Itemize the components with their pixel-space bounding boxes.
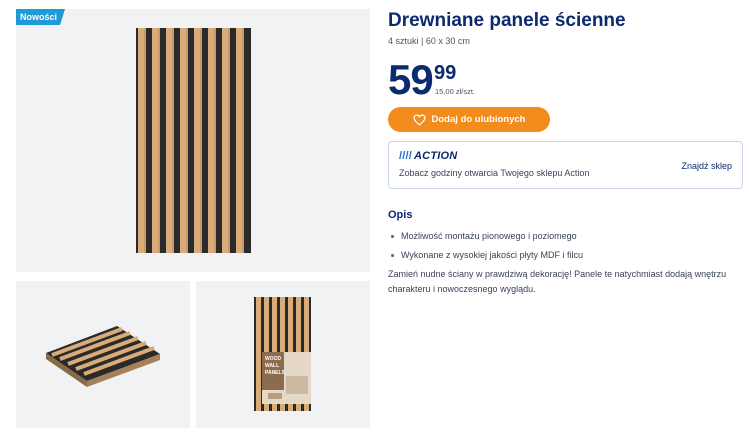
wood-panel-image [136,28,251,253]
thumbnail-packaged-panel[interactable]: WOOD WALL PANELS [196,281,370,428]
find-store-link[interactable]: Znajdź sklep [681,161,732,171]
svg-text:PANELS: PANELS [265,370,286,376]
description-text: Zamień nudne ściany w prawdziwą dekoracj… [388,269,727,294]
svg-text:WALL: WALL [265,363,279,369]
main-product-image[interactable]: Nowości [16,9,370,272]
action-logo: //// ACTION [399,150,458,162]
store-finder-box: //// ACTION Zobacz godziny otwarcia Twoj… [388,141,743,189]
price-integer: 59 [388,56,434,103]
new-badge: Nowości [16,9,65,25]
product-subtitle: 4 sztuki | 60 x 30 cm [388,36,470,46]
heart-icon [413,114,426,126]
description-heading: Opis [388,209,413,221]
product-title: Drewniane panele ścienne [388,10,626,31]
packaged-panel-image: WOOD WALL PANELS [254,297,311,411]
store-hours-text: Zobacz godziny otwarcia Twojego sklepu A… [399,168,590,178]
add-to-favorites-button[interactable]: Dodaj do ulubionych [388,107,550,132]
list-item: Możliwość montażu pionowego i poziomego [388,227,583,246]
svg-text:WOOD: WOOD [265,356,281,362]
price-decimal: 99 [434,62,457,84]
description-bullets: Możliwość montażu pionowego i poziomego … [388,227,583,265]
unit-price: 15,00 zł/szt. [435,87,476,96]
list-item: Wykonane z wysokiej jakości płyty MDF i … [388,246,583,265]
flat-panels-image [46,326,160,387]
thumbnail-flat-panels[interactable] [16,281,190,428]
action-logo-mark-icon: //// [399,150,413,162]
add-to-favorites-label: Dodaj do ulubionych [431,114,526,125]
